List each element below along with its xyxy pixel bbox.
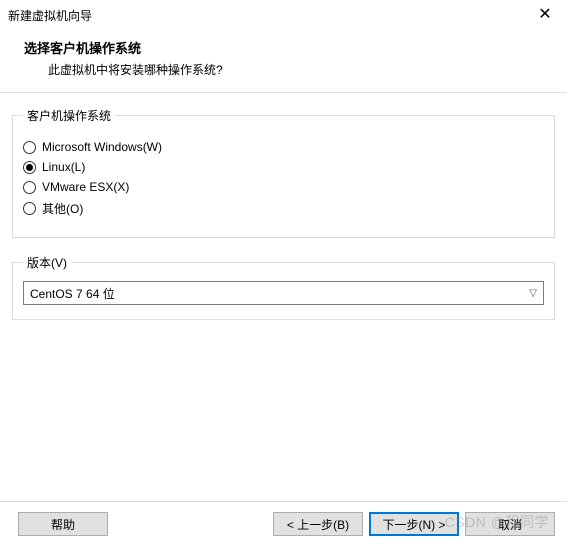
radio-icon — [23, 181, 36, 194]
page-subtext: 此虚拟机中将安装哪种操作系统? — [24, 61, 539, 78]
radio-label: Microsoft Windows(W) — [42, 140, 162, 154]
version-legend: 版本(V) — [23, 254, 71, 271]
guest-os-group: 客户机操作系统 Microsoft Windows(W) Linux(L) VM… — [12, 107, 555, 238]
radio-other[interactable]: 其他(O) — [23, 200, 544, 217]
wizard-footer: 帮助 < 上一步(B) 下一步(N) > 取消 — [0, 501, 567, 546]
window-title: 新建虚拟机向导 — [8, 7, 92, 24]
help-button[interactable]: 帮助 — [18, 512, 108, 536]
titlebar: 新建虚拟机向导 ✕ — [0, 0, 567, 30]
back-button[interactable]: < 上一步(B) — [273, 512, 363, 536]
version-select[interactable]: CentOS 7 64 位 ▽ — [23, 281, 544, 305]
radio-label: 其他(O) — [42, 200, 83, 217]
radio-icon — [23, 141, 36, 154]
cancel-button[interactable]: 取消 — [465, 512, 555, 536]
radio-icon — [23, 161, 36, 174]
radio-vmware-esx[interactable]: VMware ESX(X) — [23, 180, 544, 194]
guest-os-legend: 客户机操作系统 — [23, 107, 115, 124]
radio-linux[interactable]: Linux(L) — [23, 160, 544, 174]
page-heading: 选择客户机操作系统 — [24, 38, 539, 57]
version-selected-value: CentOS 7 64 位 — [30, 285, 115, 302]
radio-windows[interactable]: Microsoft Windows(W) — [23, 140, 544, 154]
radio-label: Linux(L) — [42, 160, 85, 174]
wizard-content: 客户机操作系统 Microsoft Windows(W) Linux(L) VM… — [0, 93, 567, 344]
close-icon[interactable]: ✕ — [533, 7, 557, 23]
next-button[interactable]: 下一步(N) > — [369, 512, 459, 536]
radio-icon — [23, 202, 36, 215]
wizard-header: 选择客户机操作系统 此虚拟机中将安装哪种操作系统? — [0, 30, 567, 92]
chevron-down-icon: ▽ — [529, 288, 537, 299]
version-group: 版本(V) CentOS 7 64 位 ▽ — [12, 254, 555, 320]
radio-label: VMware ESX(X) — [42, 180, 129, 194]
